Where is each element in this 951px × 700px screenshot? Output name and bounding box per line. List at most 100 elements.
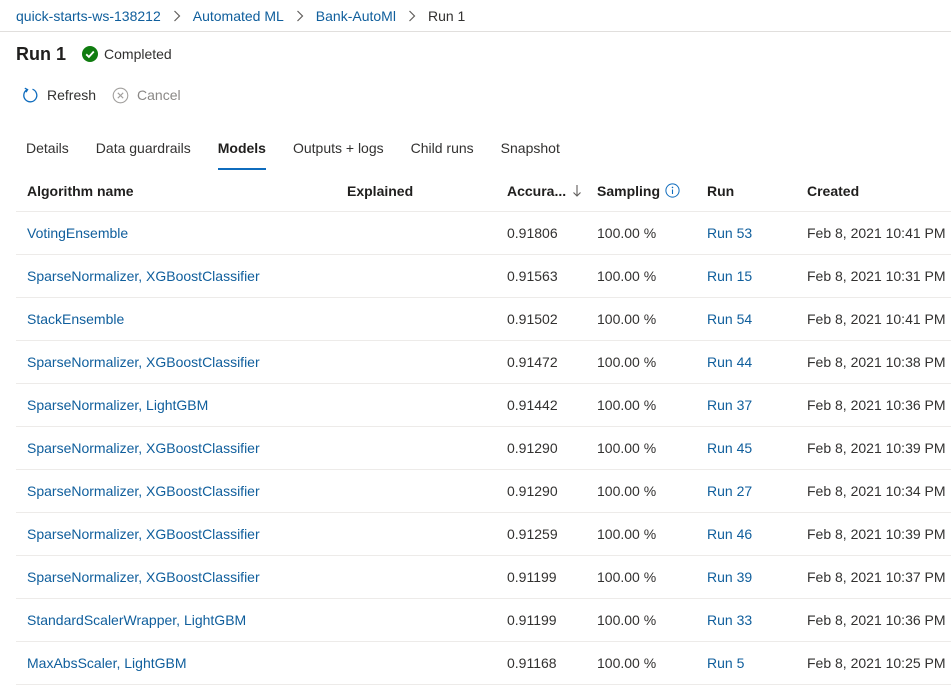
sampling-cell: 100.00 % xyxy=(597,526,657,542)
run-link[interactable]: Run 15 xyxy=(707,268,752,284)
column-header-accuracy[interactable]: Accura... xyxy=(496,183,586,199)
column-header-created[interactable]: Created xyxy=(796,183,951,199)
run-link[interactable]: Run 53 xyxy=(707,225,752,241)
run-link[interactable]: Run 44 xyxy=(707,354,752,370)
cancel-button[interactable]: Cancel xyxy=(112,87,181,104)
column-header-sampling[interactable]: Sampling xyxy=(586,183,696,199)
table-row[interactable]: SparseNormalizer, XGBoostClassifier 0.914… xyxy=(16,341,951,384)
created-cell: Feb 8, 2021 10:39 PM xyxy=(807,526,946,542)
sampling-cell: 100.00 % xyxy=(597,397,657,413)
table-row[interactable]: SparseNormalizer, XGBoostClassifier 0.912… xyxy=(16,427,951,470)
created-cell: Feb 8, 2021 10:36 PM xyxy=(807,612,946,628)
chevron-right-icon xyxy=(296,10,304,22)
sampling-cell: 100.00 % xyxy=(597,483,657,499)
created-cell: Feb 8, 2021 10:25 PM xyxy=(807,655,946,671)
chevron-right-icon xyxy=(173,10,181,22)
info-icon[interactable] xyxy=(665,183,680,198)
run-link[interactable]: Run 45 xyxy=(707,440,752,456)
created-cell: Feb 8, 2021 10:37 PM xyxy=(807,569,946,585)
created-cell: Feb 8, 2021 10:36 PM xyxy=(807,397,946,413)
algorithm-name-link[interactable]: StackEnsemble xyxy=(27,311,124,327)
table-row[interactable]: SparseNormalizer, LightGBM 0.91442 100.00 … xyxy=(16,384,951,427)
accuracy-cell: 0.91563 xyxy=(507,268,558,284)
run-link[interactable]: Run 37 xyxy=(707,397,752,413)
algorithm-name-link[interactable]: SparseNormalizer, XGBoostClassifier xyxy=(27,526,260,542)
tab-details[interactable]: Details xyxy=(16,134,79,170)
sampling-cell: 100.00 % xyxy=(597,569,657,585)
cancel-circle-icon xyxy=(112,87,129,103)
accuracy-cell: 0.91168 xyxy=(507,655,557,671)
breadcrumb-experiment-link[interactable]: Bank-AutoMl xyxy=(316,8,396,24)
table-row[interactable]: SparseNormalizer, XGBoostClassifier 0.912… xyxy=(16,513,951,556)
tab-snapshot[interactable]: Snapshot xyxy=(491,134,570,170)
table-row[interactable]: SparseNormalizer, XGBoostClassifier 0.915… xyxy=(16,255,951,298)
accuracy-cell: 0.91199 xyxy=(507,569,557,585)
table-header: Algorithm name Explained Accura... Sampl… xyxy=(16,170,951,212)
algorithm-name-link[interactable]: VotingEnsemble xyxy=(27,225,128,241)
created-cell: Feb 8, 2021 10:41 PM xyxy=(807,311,946,327)
status-badge: Completed xyxy=(82,46,172,62)
sort-descending-icon xyxy=(572,184,582,198)
run-link[interactable]: Run 33 xyxy=(707,612,752,628)
created-cell: Feb 8, 2021 10:34 PM xyxy=(807,483,946,499)
algorithm-name-link[interactable]: SparseNormalizer, XGBoostClassifier xyxy=(27,268,260,284)
algorithm-name-link[interactable]: SparseNormalizer, XGBoostClassifier xyxy=(27,483,260,499)
created-cell: Feb 8, 2021 10:39 PM xyxy=(807,440,946,456)
algorithm-name-link[interactable]: MaxAbsScaler, LightGBM xyxy=(27,655,187,671)
table-row[interactable]: MaxAbsScaler, LightGBM 0.91168 100.00 % Run… xyxy=(16,642,951,685)
tab-outputs-logs[interactable]: Outputs + logs xyxy=(283,134,394,170)
sampling-cell: 100.00 % xyxy=(597,612,657,628)
chevron-right-icon xyxy=(408,10,416,22)
run-link[interactable]: Run 27 xyxy=(707,483,752,499)
status-text: Completed xyxy=(104,46,172,62)
breadcrumb: quick-starts-ws-138212 Automated ML Bank… xyxy=(0,0,951,32)
tab-data-guardrails[interactable]: Data guardrails xyxy=(86,134,201,170)
accuracy-cell: 0.91472 xyxy=(507,354,558,370)
refresh-button[interactable]: Refresh xyxy=(22,87,96,104)
algorithm-name-link[interactable]: SparseNormalizer, XGBoostClassifier xyxy=(27,354,260,370)
sampling-cell: 100.00 % xyxy=(597,655,657,671)
tab-models[interactable]: Models xyxy=(208,134,276,170)
accuracy-cell: 0.91806 xyxy=(507,225,558,241)
algorithm-name-link[interactable]: SparseNormalizer, LightGBM xyxy=(27,397,208,413)
algorithm-name-link[interactable]: SparseNormalizer, XGBoostClassifier xyxy=(27,440,260,456)
created-cell: Feb 8, 2021 10:41 PM xyxy=(807,225,946,241)
accuracy-cell: 0.91199 xyxy=(507,612,557,628)
page-title: Run 1 xyxy=(16,43,67,64)
run-link[interactable]: Run 5 xyxy=(707,655,744,671)
table-row[interactable]: SparseNormalizer, XGBoostClassifier 0.911… xyxy=(16,556,951,599)
sampling-cell: 100.00 % xyxy=(597,311,657,327)
table-row[interactable]: SparseNormalizer, XGBoostClassifier 0.912… xyxy=(16,470,951,513)
column-header-algorithm[interactable]: Algorithm name xyxy=(16,183,336,199)
accuracy-cell: 0.91442 xyxy=(507,397,558,413)
table-row[interactable]: StandardScalerWrapper, LightGBM 0.91199 10… xyxy=(16,599,951,642)
page-header: Run 1 Completed xyxy=(16,42,172,66)
algorithm-name-link[interactable]: StandardScalerWrapper, LightGBM xyxy=(27,612,246,628)
refresh-icon xyxy=(23,87,38,102)
table-row[interactable]: VotingEnsemble 0.91806 100.00 % Run 53 Feb 8… xyxy=(16,212,951,255)
tab-bar: Details Data guardrails Models Outputs +… xyxy=(16,134,577,170)
sampling-cell: 100.00 % xyxy=(597,440,657,456)
column-header-accuracy-label: Accura... xyxy=(507,182,567,199)
sampling-cell: 100.00 % xyxy=(597,225,657,241)
sampling-cell: 100.00 % xyxy=(597,268,657,284)
column-header-run[interactable]: Run xyxy=(696,183,796,199)
run-link[interactable]: Run 39 xyxy=(707,569,752,585)
accuracy-cell: 0.91502 xyxy=(507,311,558,327)
accuracy-cell: 0.91259 xyxy=(507,526,558,542)
run-link[interactable]: Run 46 xyxy=(707,526,752,542)
check-circle-icon xyxy=(82,46,99,62)
tab-child-runs[interactable]: Child runs xyxy=(401,134,484,170)
breadcrumb-workspace-link[interactable]: quick-starts-ws-138212 xyxy=(16,8,161,24)
table-row[interactable]: StackEnsemble 0.91502 100.00 % Run 54 Feb 8,… xyxy=(16,298,951,341)
accuracy-cell: 0.91290 xyxy=(507,440,558,456)
column-header-sampling-label: Sampling xyxy=(597,182,661,199)
toolbar: Refresh Cancel xyxy=(22,84,197,106)
accuracy-cell: 0.91290 xyxy=(507,483,558,499)
run-link[interactable]: Run 54 xyxy=(707,311,752,327)
breadcrumb-current: Run 1 xyxy=(427,7,466,24)
breadcrumb-automated-ml-link[interactable]: Automated ML xyxy=(193,8,284,24)
created-cell: Feb 8, 2021 10:38 PM xyxy=(807,354,946,370)
algorithm-name-link[interactable]: SparseNormalizer, XGBoostClassifier xyxy=(27,569,260,585)
column-header-explained[interactable]: Explained xyxy=(336,183,496,199)
